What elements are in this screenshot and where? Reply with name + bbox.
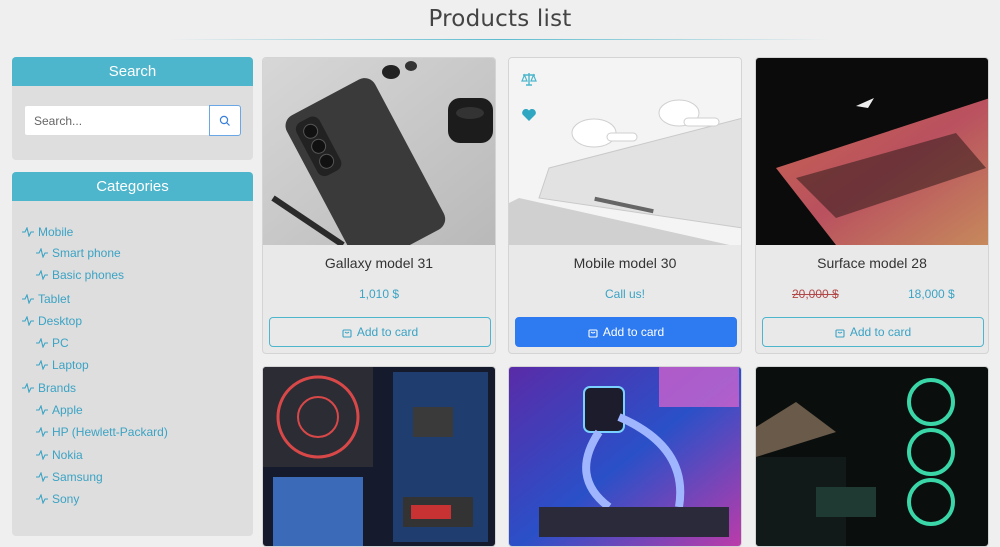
category-item[interactable]: Nokia [36,448,83,462]
category-label: Tablet [38,292,71,306]
search-button[interactable] [209,105,241,136]
product-price: Call us! [604,287,645,301]
pulse-icon [36,405,48,415]
search-input[interactable] [24,105,209,136]
product-image[interactable] [509,367,741,546]
category-item[interactable]: Sony [36,492,79,506]
category-label: Sony [52,492,80,506]
category-item[interactable]: Smart phone [36,246,121,260]
product-card: Mobile model 30 Call us! Add to card [508,57,742,354]
categories-panel: Categories Mobile Smart phone Basic phones… [12,172,253,536]
category-item[interactable]: Apple [36,403,83,417]
page-title: Products list [428,6,572,32]
category-item[interactable]: Tablet [22,292,70,306]
product-card: Surface model 28 20,000 $ 18,000 $ Add t… [755,57,989,354]
category-label: Laptop [52,358,89,372]
product-old-price: 20,000 $ [792,287,839,301]
pulse-icon [22,227,34,237]
product-card [262,366,496,547]
button-label: Add to card [602,325,665,339]
category-item[interactable]: Brands [22,381,76,395]
add-to-card-button[interactable]: Add to card [762,317,984,347]
category-label: HP (Hewlett-Packard) [52,425,168,439]
product-name[interactable]: Mobile model 30 [509,255,741,271]
pulse-icon [36,360,48,370]
product-card: Gallaxy model 31 1,010 $ Add to card [262,57,496,354]
product-image[interactable] [263,58,495,245]
search-panel: Search [12,57,253,160]
category-label: Basic phones [52,268,125,282]
card-actions [521,72,537,122]
search-heading: Search [12,57,253,86]
product-name[interactable]: Gallaxy model 31 [263,255,495,271]
button-label: Add to card [849,325,912,339]
category-label: Samsung [52,470,103,484]
categories-heading: Categories [12,172,253,201]
category-item[interactable]: Basic phones [36,268,124,282]
product-card [508,366,742,547]
search-box [24,105,241,136]
category-label: Nokia [52,448,83,462]
pulse-icon [36,248,48,258]
category-label: Apple [52,403,83,417]
category-item[interactable]: HP (Hewlett-Packard) [36,425,168,439]
pulse-icon [22,294,34,304]
product-image[interactable] [756,367,988,546]
category-item[interactable]: Mobile [22,225,73,239]
title-divider [170,39,830,40]
category-item[interactable]: Laptop [36,358,89,372]
product-card [755,366,989,547]
product-price: 18,000 $ [908,287,955,301]
product-name[interactable]: Surface model 28 [756,255,988,271]
add-to-card-button[interactable]: Add to card [515,317,737,347]
pulse-icon [36,494,48,504]
category-item[interactable]: Samsung [36,470,103,484]
category-label: Desktop [38,314,83,328]
category-item[interactable]: PC [36,336,69,350]
pulse-icon [22,316,34,326]
product-image[interactable] [756,58,988,245]
category-item[interactable]: Desktop [22,314,82,328]
category-label: Mobile [38,225,74,239]
button-label: Add to card [356,325,419,339]
category-label: PC [52,336,69,350]
pulse-icon [36,270,48,280]
product-price: 1,010 $ [358,287,400,301]
category-label: Smart phone [52,246,121,260]
heart-icon[interactable] [521,108,537,122]
pulse-icon [36,338,48,348]
pulse-icon [36,472,48,482]
shopping-bag-icon [342,328,352,338]
pulse-icon [22,383,34,393]
pulse-icon [36,450,48,460]
category-label: Brands [38,381,77,395]
shopping-bag-icon [835,328,845,338]
product-image[interactable] [509,58,741,245]
shopping-bag-icon [588,328,598,338]
compare-icon[interactable] [521,72,537,86]
pulse-icon [36,427,48,437]
product-image[interactable] [263,367,495,546]
search-icon [219,115,230,126]
add-to-card-button[interactable]: Add to card [269,317,491,347]
